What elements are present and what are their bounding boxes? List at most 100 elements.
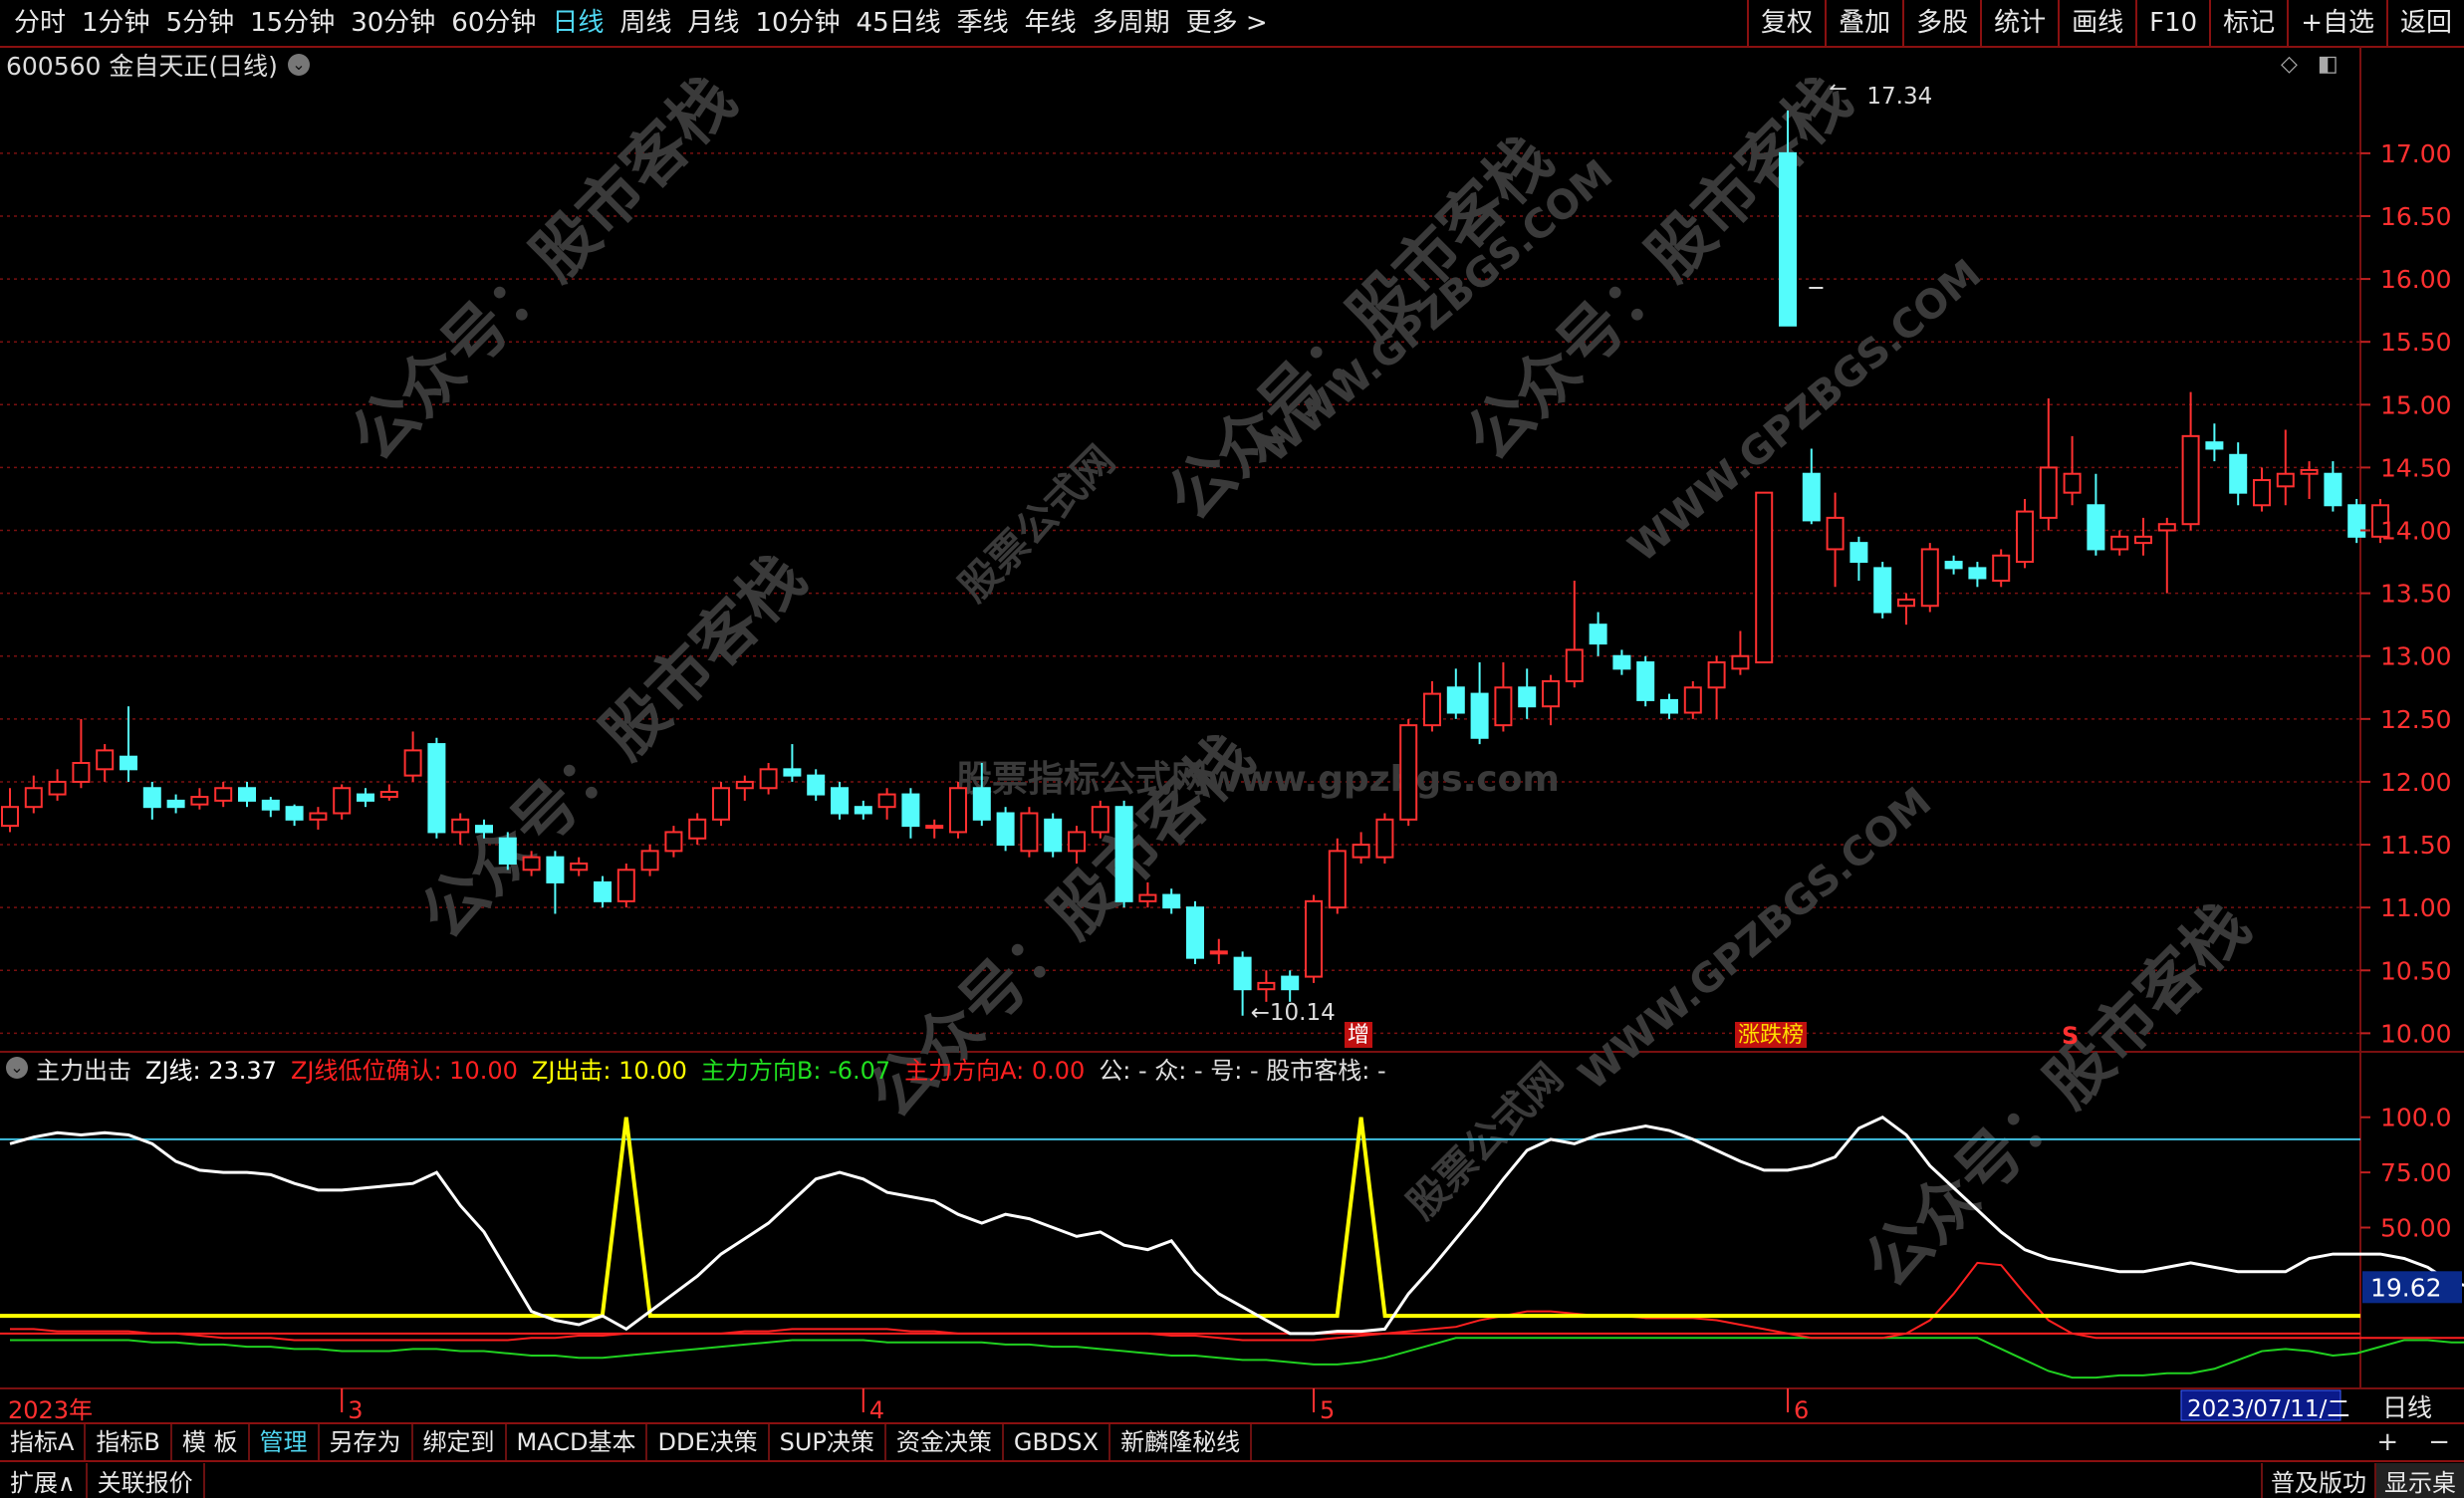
status-item-0[interactable]: 扩展∧ [0,1462,88,1498]
tool-button-2[interactable]: 多股 [1902,0,1980,46]
tab-8[interactable]: 月线 [679,0,747,46]
indicator-tab-11[interactable]: 新麟隆秘线 [1110,1424,1253,1460]
dir-a-value: 主力方向A: 0.00 [904,1056,1086,1085]
tool-button-0[interactable]: 复权 [1747,0,1825,46]
candle [309,807,328,830]
period-tabs: 分时 1分钟 5分钟 15分钟 30分钟 60分钟 日线 周线 月线 10分钟 45日线 季线 年线 多周… [0,0,1276,46]
tab-12[interactable]: 年线 [1017,0,1085,46]
zoom-in-button[interactable]: + [2376,1427,2398,1457]
indicator-tab-3[interactable]: 管理 [250,1424,320,1460]
tab-5[interactable]: 60分钟 [443,0,544,46]
month-label: 5 [1320,1396,1335,1422]
tool-button-3[interactable]: 统计 [1980,0,2058,46]
candle-body [1162,893,1181,909]
indicator-tab-5[interactable]: 绑定到 [413,1424,507,1460]
tab-10[interactable]: 45日线 [849,0,949,46]
price-tick-label: 14.50 [2380,453,2452,482]
candle-body [1683,686,1702,714]
candle [1968,562,1987,588]
candle [1091,800,1109,839]
dir-b-value: 主力方向B: -6.07 [700,1056,891,1085]
candle-body [877,793,896,809]
candle-body [972,787,991,821]
candle [688,813,707,846]
candle [2063,435,2082,506]
candle-body [546,856,565,883]
indicator-tick-label: 100.0 [2380,1104,2452,1132]
candle [1399,718,1418,827]
watermark-text: 公众号：股市客栈 [407,541,820,953]
candle-body [949,787,967,834]
tool-button-4[interactable]: 画线 [2058,0,2135,46]
tab-14[interactable]: 更多 > [1178,0,1276,46]
candle [403,731,422,782]
candle-body [2324,472,2342,507]
candle [1446,668,1465,719]
tab-1[interactable]: 1分钟 [74,0,158,46]
candle [261,797,280,818]
indicator-tab-4[interactable]: 另存为 [320,1424,413,1460]
candle [285,804,304,827]
candle [1897,593,1915,625]
candle-body [1399,724,1418,821]
zj-value: ZJ线: 23.37 [145,1056,277,1085]
zoom-out-button[interactable]: − [2428,1427,2450,1457]
chevron-down-icon[interactable]: ⌄ [6,1057,28,1079]
candle [996,807,1015,852]
series-dir-a [10,1261,2464,1342]
tool-button-7[interactable]: +自选 [2287,0,2386,46]
candle-body [1423,692,1441,727]
tab-7[interactable]: 周线 [612,0,679,46]
candle-body [475,825,493,834]
tool-button-5[interactable]: F10 [2135,0,2209,46]
indicator-tab-8[interactable]: SUP决策 [770,1424,886,1460]
tool-button-8[interactable]: 返回 [2385,0,2464,46]
indicator-tab-6[interactable]: MACD基本 [507,1424,648,1460]
candle-body [522,856,541,872]
candle [357,788,374,808]
tab-0[interactable]: 分时 [6,0,74,46]
tab-4[interactable]: 30分钟 [343,0,443,46]
candle-body [1209,950,1228,955]
candle [1281,970,1300,1002]
candle-body [1518,686,1537,708]
indicator-tab-10[interactable]: GBDSX [1004,1424,1111,1460]
indicator-name[interactable]: 主力出击 [36,1051,131,1086]
candle-body [96,749,115,771]
period-label: 日线 [2382,1393,2432,1422]
indicator-tab-0[interactable]: 指标A [0,1424,87,1460]
candle-body [1802,472,1821,522]
kline-chart[interactable]: 公众号：股市客栈公众号：股市客栈公众号：股市客栈公众号：股市客栈公众号：股市客栈… [0,46,2464,1422]
tool-button-1[interactable]: 叠加 [1825,0,1902,46]
candle [1257,970,1276,1002]
tool-button-6[interactable]: 标记 [2209,0,2287,46]
zj-low-value: ZJ线低位确认: 10.00 [290,1056,518,1085]
price-tick-label: 15.00 [2380,390,2452,419]
indicator-tab-7[interactable]: DDE决策 [647,1424,770,1460]
candle [925,819,944,839]
status-right-item-1[interactable]: 显示桌 [2374,1462,2464,1498]
candle [1162,888,1181,914]
tab-3[interactable]: 15分钟 [242,0,343,46]
candle-body [831,787,849,815]
tab-11[interactable]: 季线 [949,0,1017,46]
candle [451,813,470,846]
status-item-1[interactable]: 关联报价 [88,1462,205,1498]
candle-body [2181,434,2200,526]
indicator-tab-1[interactable]: 指标B [86,1424,172,1460]
candle-body [1636,661,1655,701]
candle [142,781,161,820]
indicator-tab-9[interactable]: 资金决策 [886,1424,1004,1460]
candle [1470,662,1489,745]
tab-9[interactable]: 10分钟 [747,0,848,46]
tab-13[interactable]: 多周期 [1085,0,1178,46]
candle [72,718,91,789]
tab-2[interactable]: 5分钟 [158,0,243,46]
price-tick-label: 11.00 [2380,893,2452,922]
status-right-item-0[interactable]: 普及版功 [2261,1462,2374,1498]
candle [664,826,683,858]
tab-6[interactable]: 日线 [544,0,612,46]
toolbar-tools: 复权 叠加 多股 统计 画线 F10 标记 +自选 返回 [1747,0,2464,46]
candle [190,788,209,810]
indicator-tab-2[interactable]: 模 板 [172,1424,250,1460]
